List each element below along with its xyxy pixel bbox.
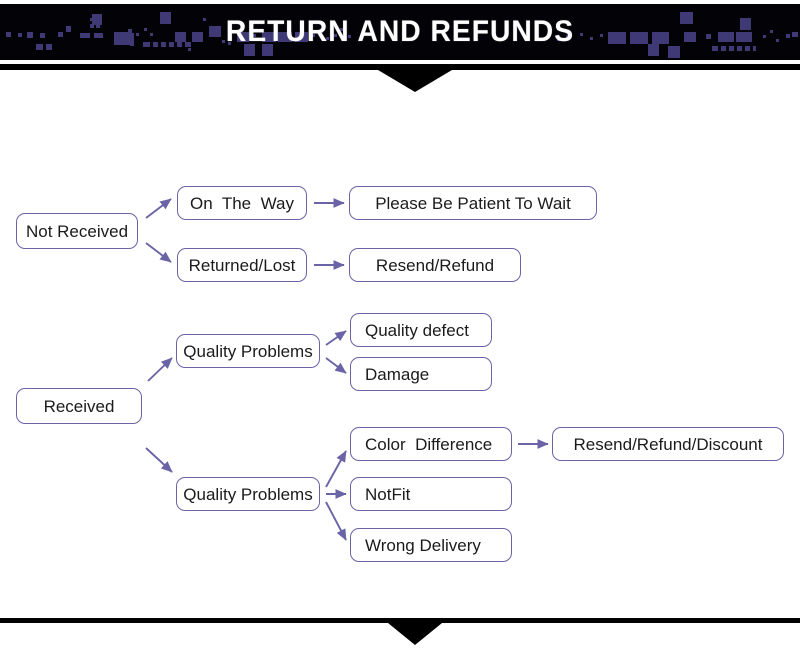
node-resend-refund[interactable]: Resend/Refund [349,248,521,282]
node-please-be-patient-to-wait[interactable]: Please Be Patient To Wait [349,186,597,220]
node-returned-lost[interactable]: Returned/Lost [177,248,307,282]
node-quality-problems-lower[interactable]: Quality Problems [176,477,320,511]
node-received[interactable]: Received [16,388,142,424]
node-damage[interactable]: Damage [350,357,492,391]
node-not-fit[interactable]: NotFit [350,477,512,511]
node-on-the-way[interactable]: On The Way [177,186,307,220]
node-quality-defect[interactable]: Quality defect [350,313,492,347]
node-not-received[interactable]: Not Received [16,213,138,249]
node-quality-problems-upper[interactable]: Quality Problems [176,334,320,368]
return-refund-flowchart: Not Received On The Way Returned/Lost Pl… [0,0,800,659]
node-color-difference[interactable]: Color Difference [350,427,512,461]
node-wrong-delivery[interactable]: Wrong Delivery [350,528,512,562]
bottom-triangle-icon [388,623,442,645]
node-resend-refund-discount[interactable]: Resend/Refund/Discount [552,427,784,461]
